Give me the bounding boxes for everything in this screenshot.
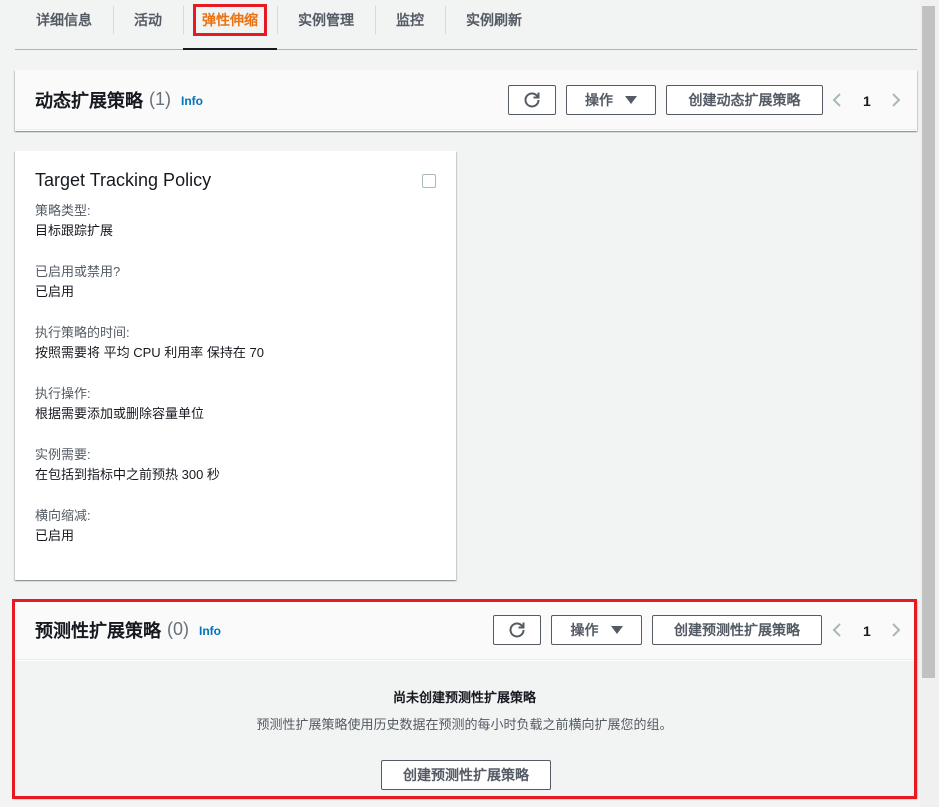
policy-field: 实例需要: 在包括到指标中之前预热 300 秒 bbox=[35, 445, 436, 485]
dynamic-refresh-button[interactable] bbox=[508, 85, 556, 115]
empty-state-title: 尚未创建预测性扩展策略 bbox=[392, 690, 536, 705]
predictive-actions-button[interactable]: 操作 bbox=[551, 615, 642, 645]
chevron-right-icon[interactable] bbox=[890, 92, 902, 108]
policy-card: Target Tracking Policy 策略类型: 目标跟踪扩展 已启用或… bbox=[15, 151, 456, 580]
tab-instance-refresh[interactable]: 实例刷新 bbox=[445, 0, 543, 40]
policy-field: 已启用或禁用? 已启用 bbox=[35, 262, 436, 302]
tab-activity[interactable]: 活动 bbox=[113, 0, 183, 40]
dynamic-actions-label: 操作 bbox=[585, 92, 613, 108]
policy-field: 执行操作: 根据需要添加或删除容量单位 bbox=[35, 384, 436, 424]
refresh-icon bbox=[524, 92, 540, 108]
predictive-page-number[interactable]: 1 bbox=[863, 623, 871, 639]
empty-state-description: 预测性扩展策略使用历史数据在预测的每小时负载之前横向扩展您的组。 bbox=[256, 717, 673, 732]
field-value: 按照需要将 平均 CPU 利用率 保持在 70 bbox=[35, 345, 264, 360]
policy-field: 策略类型: 目标跟踪扩展 bbox=[35, 201, 436, 241]
policy-card-title: Target Tracking Policy bbox=[35, 170, 212, 190]
empty-create-predictive-policy-button[interactable]: 创建预测性扩展策略 bbox=[381, 760, 551, 790]
policy-field: 执行策略的时间: 按照需要将 平均 CPU 利用率 保持在 70 bbox=[35, 323, 436, 363]
tab-monitoring[interactable]: 监控 bbox=[375, 0, 445, 40]
field-value: 在包括到指标中之前预热 300 秒 bbox=[35, 467, 220, 482]
field-label: 实例需要: bbox=[35, 447, 91, 462]
create-dynamic-policy-button[interactable]: 创建动态扩展策略 bbox=[666, 85, 823, 115]
tab-auto-scaling[interactable]: 弹性伸缩 bbox=[183, 0, 277, 50]
predictive-scaling-count: (0) bbox=[167, 619, 189, 639]
caret-down-icon bbox=[610, 626, 623, 634]
policy-select-checkbox[interactable] bbox=[422, 174, 436, 188]
field-label: 横向缩减: bbox=[35, 508, 91, 523]
create-predictive-policy-button[interactable]: 创建预测性扩展策略 bbox=[652, 615, 822, 645]
caret-down-icon bbox=[625, 96, 637, 104]
policy-field: 横向缩减: 已启用 bbox=[35, 506, 436, 546]
dynamic-scaling-panel: 动态扩展策略 (1) Info 操作 创建动态扩展策略 1 bbox=[15, 70, 917, 131]
predictive-actions-label: 操作 bbox=[570, 622, 599, 638]
tab-bar: 详细信息 活动 弹性伸缩 实例管理 监控 实例刷新 bbox=[15, 0, 917, 50]
tab-details[interactable]: 详细信息 bbox=[15, 0, 113, 40]
refresh-icon bbox=[509, 622, 525, 638]
predictive-scaling-info-link[interactable]: Info bbox=[199, 624, 221, 638]
chevron-right-icon[interactable] bbox=[890, 622, 902, 638]
field-value: 根据需要添加或删除容量单位 bbox=[35, 406, 205, 421]
field-label: 执行操作: bbox=[35, 386, 91, 401]
dynamic-actions-button[interactable]: 操作 bbox=[566, 85, 656, 115]
field-value: 已启用 bbox=[35, 284, 75, 299]
field-value: 已启用 bbox=[35, 528, 75, 543]
field-label: 已启用或禁用? bbox=[35, 264, 121, 279]
field-label: 策略类型: bbox=[35, 203, 91, 218]
predictive-scaling-title: 预测性扩展策略 bbox=[35, 620, 161, 641]
dynamic-page-number[interactable]: 1 bbox=[863, 93, 871, 109]
dynamic-scaling-title: 动态扩展策略 bbox=[35, 90, 143, 111]
chevron-left-icon[interactable] bbox=[831, 622, 843, 638]
scrollbar-thumb[interactable] bbox=[922, 6, 935, 678]
field-label: 执行策略的时间: bbox=[35, 325, 130, 340]
predictive-empty-state: 尚未创建预测性扩展策略 预测性扩展策略使用历史数据在预测的每小时负载之前横向扩展… bbox=[15, 661, 914, 797]
dynamic-scaling-info-link[interactable]: Info bbox=[181, 94, 203, 108]
predictive-refresh-button[interactable] bbox=[493, 615, 541, 645]
tab-instance-management[interactable]: 实例管理 bbox=[277, 0, 375, 40]
chevron-left-icon[interactable] bbox=[831, 92, 843, 108]
dynamic-scaling-count: (1) bbox=[149, 89, 171, 109]
field-value: 目标跟踪扩展 bbox=[35, 223, 114, 238]
tab-auto-scaling-label: 弹性伸缩 bbox=[193, 4, 267, 36]
